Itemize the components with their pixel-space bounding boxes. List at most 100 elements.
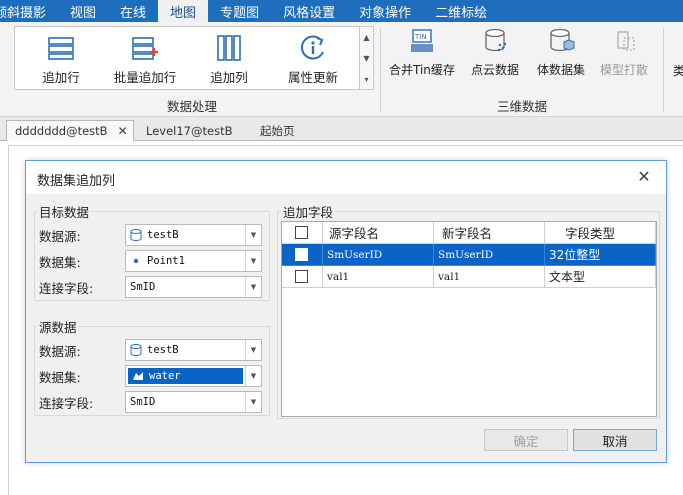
- append-fields-group-title: 追加字段: [281, 202, 336, 221]
- chevron-down-icon[interactable]: ▼: [245, 251, 261, 271]
- batch-add-row-icon: [130, 33, 160, 63]
- target-dataset-value: Point1: [147, 255, 185, 267]
- point-cloud-data-button[interactable]: 点云数据: [471, 28, 519, 78]
- add-column-button[interactable]: 追加列: [189, 33, 269, 86]
- target-dataset-label: 数据集:: [39, 255, 81, 270]
- target-datasource-select[interactable]: testB ▼: [125, 224, 262, 246]
- close-icon[interactable]: ✕: [634, 167, 654, 186]
- document-tab-strip: ddddddd@testB ✕ Level17@testB 起始页: [0, 117, 683, 141]
- add-column-icon: [214, 33, 244, 63]
- new-field-cell[interactable]: val1: [434, 266, 545, 288]
- menu-style-settings[interactable]: 风格设置: [271, 0, 347, 22]
- field-type-cell: 32位整型: [545, 244, 656, 266]
- batch-add-row-button[interactable]: 批量追加行: [105, 33, 185, 86]
- tab-label: Level17@testB: [146, 123, 233, 138]
- target-dataset-select[interactable]: Point1 ▼: [125, 250, 262, 272]
- target-datasource-label: 数据源:: [39, 229, 81, 244]
- checkbox[interactable]: [295, 248, 308, 261]
- source-data-group-title: 源数据: [37, 317, 79, 336]
- tab-start-page[interactable]: 起始页: [252, 120, 303, 141]
- target-join-field-label: 连接字段:: [39, 281, 94, 296]
- source-dataset-value: water: [149, 370, 181, 382]
- volume-dataset-icon: [547, 28, 575, 57]
- checkbox[interactable]: [295, 270, 308, 283]
- point-cloud-data-label: 点云数据: [471, 63, 520, 77]
- data-processing-group-label: 数据处理: [167, 99, 218, 114]
- source-join-field-select[interactable]: SmID ▼: [125, 391, 262, 413]
- chevron-down-icon[interactable]: ▼: [245, 392, 261, 412]
- append-fields-grid: 源字段名 新字段名 字段类型 SmUserID SmUserID 32位整型 v…: [281, 221, 657, 417]
- source-datasource-select[interactable]: testB ▼: [125, 339, 262, 361]
- model-scatter-icon: [610, 28, 638, 57]
- menu-map[interactable]: 地图: [158, 0, 209, 22]
- three-d-data-group-label: 三维数据: [497, 99, 548, 114]
- svg-text:TIN: TIN: [414, 33, 427, 41]
- menu-2d-plotting[interactable]: 二维标绘: [423, 0, 499, 22]
- tab-label: ddddddd@testB: [15, 124, 108, 138]
- datasource-icon: [130, 344, 142, 356]
- tab-level17-testb[interactable]: Level17@testB: [138, 120, 240, 141]
- grid-header-row: 源字段名 新字段名 字段类型: [282, 222, 656, 244]
- merge-tin-cache-label: 合并Tin缓存: [389, 63, 455, 77]
- merge-tin-cache-button[interactable]: TIN 合并Tin缓存: [389, 28, 455, 78]
- source-field-cell: val1: [323, 266, 434, 288]
- menu-bar: 倾斜摄影 视图 在线 地图 专题图 风格设置 对象操作 二维标绘: [0, 0, 683, 22]
- tab-label: 起始页: [260, 123, 295, 138]
- select-all-checkbox-cell[interactable]: [282, 222, 323, 244]
- table-row[interactable]: val1 val1 文本型: [282, 266, 656, 288]
- volume-dataset-button[interactable]: 体数据集: [537, 28, 585, 78]
- column-header-new-field[interactable]: 新字段名: [434, 222, 545, 244]
- gallery-expand-icon[interactable]: ▾: [360, 69, 373, 90]
- region-dataset-icon: [132, 370, 144, 382]
- chevron-down-icon[interactable]: ▼: [245, 225, 261, 245]
- group-separator: [380, 28, 381, 112]
- append-column-dialog: 数据集追加列 ✕ 目标数据 数据源: testB ▼ 数据集: Point1 ▼…: [25, 160, 667, 463]
- ribbon: 追加行 批量追加行 追加列 属性更新 ▲ ▼ ▾ 数据处理 TIN 合并Tin缓…: [0, 22, 683, 117]
- source-dataset-select[interactable]: water ▼: [125, 365, 262, 387]
- source-field-cell: SmUserID: [323, 244, 434, 266]
- checkbox[interactable]: [295, 226, 308, 239]
- menu-thematic-map[interactable]: 专题图: [208, 0, 271, 22]
- ok-button[interactable]: 确定: [484, 429, 568, 451]
- target-data-group-title: 目标数据: [37, 202, 92, 221]
- info-refresh-icon: [298, 33, 328, 63]
- tin-cache-icon: TIN: [408, 28, 436, 57]
- datasource-icon: [130, 229, 142, 241]
- tab-ddddddd-testb[interactable]: ddddddd@testB ✕: [6, 120, 134, 141]
- scroll-down-icon[interactable]: ▼: [360, 48, 373, 69]
- row-checkbox-cell[interactable]: [282, 266, 323, 288]
- table-row[interactable]: SmUserID SmUserID 32位整型: [282, 244, 656, 266]
- chevron-down-icon[interactable]: ▼: [245, 277, 261, 297]
- target-join-field-select[interactable]: SmID ▼: [125, 276, 262, 298]
- chevron-down-icon[interactable]: ▼: [245, 366, 261, 386]
- target-datasource-value: testB: [147, 229, 179, 241]
- menu-view[interactable]: 视图: [58, 0, 108, 22]
- cancel-button[interactable]: 取消: [573, 429, 657, 451]
- add-row-icon: [46, 33, 76, 63]
- point-dataset-icon: [130, 255, 142, 267]
- target-join-field-value: SmID: [130, 281, 156, 293]
- new-field-cell[interactable]: SmUserID: [434, 244, 545, 266]
- scroll-up-icon[interactable]: ▲: [360, 27, 373, 48]
- column-header-field-type[interactable]: 字段类型: [545, 222, 656, 244]
- column-header-source-field[interactable]: 源字段名: [323, 222, 434, 244]
- add-row-button[interactable]: 追加行: [21, 33, 101, 86]
- chevron-down-icon[interactable]: ▼: [245, 340, 261, 360]
- model-stamp-label: 模型打散: [600, 63, 649, 77]
- row-checkbox-cell[interactable]: [282, 244, 323, 266]
- menu-oblique-photography[interactable]: 倾斜摄影: [0, 0, 58, 22]
- point-cloud-icon: [481, 28, 509, 57]
- volume-dataset-label: 体数据集: [537, 63, 586, 77]
- field-type-cell: 文本型: [545, 266, 656, 288]
- ribbon-truncated-label: 类: [673, 64, 683, 78]
- add-row-label: 追加行: [42, 70, 80, 85]
- close-icon[interactable]: ✕: [118, 124, 128, 138]
- batch-add-row-label: 批量追加行: [113, 70, 177, 85]
- gallery-scrollbar[interactable]: ▲ ▼ ▾: [360, 26, 374, 90]
- menu-online[interactable]: 在线: [108, 0, 158, 22]
- model-stamp-button[interactable]: 模型打散: [600, 28, 648, 78]
- update-attribute-button[interactable]: 属性更新: [273, 33, 353, 86]
- update-attribute-label: 属性更新: [287, 70, 338, 85]
- menu-object-operations[interactable]: 对象操作: [347, 0, 423, 22]
- source-datasource-label: 数据源:: [39, 344, 81, 359]
